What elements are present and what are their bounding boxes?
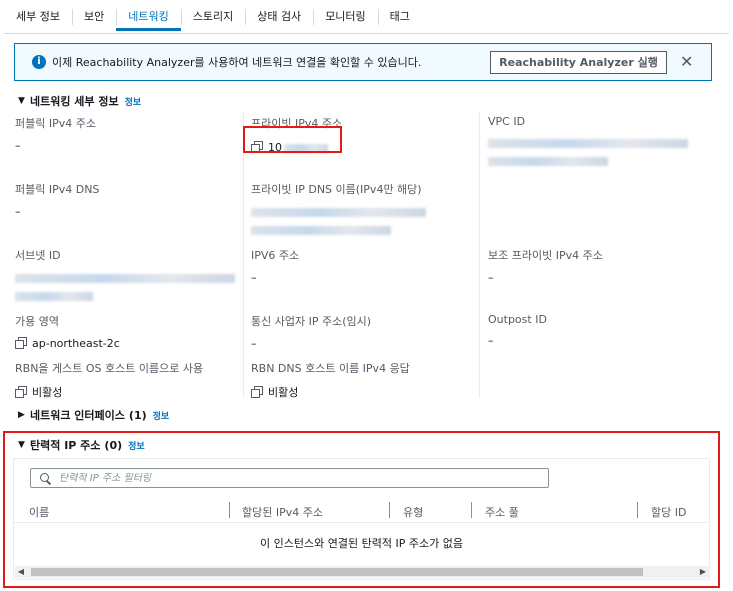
section-title: 네트워킹 세부 정보 [30, 95, 119, 108]
availability-zone-value: ap-northeast-2c [32, 337, 120, 350]
secondary-private-ipv4-field: 보조 프라이빗 IPv4 주소 – [488, 247, 603, 284]
field-label: 프라이빗 IP DNS 이름(IPv4만 해당) [251, 183, 422, 196]
column-divider [479, 111, 480, 398]
field-value: – [488, 271, 494, 284]
section-title: 탄력적 IP 주소 [30, 439, 101, 452]
section-title: 네트워크 인터페이스 [30, 409, 125, 422]
info-icon: i [32, 55, 46, 69]
redacted-text [251, 207, 426, 217]
alert-message: 이제 Reachability Analyzer를 사용하여 네트워크 연결을 … [52, 56, 422, 69]
public-ipv4-dns-field: 퍼블릭 IPv4 DNS – [15, 181, 99, 218]
run-reachability-analyzer-button[interactable]: Reachability Analyzer 실행 [490, 51, 667, 74]
copy-icon[interactable] [15, 337, 27, 349]
field-label: IPV6 주소 [251, 249, 300, 262]
redacted-text [251, 225, 391, 235]
caret-down-icon: ▼ [18, 96, 25, 106]
tab-monitoring[interactable]: 모니터링 [313, 3, 377, 31]
field-label: 보조 프라이빗 IPv4 주소 [488, 249, 603, 262]
column-header-address-pool[interactable]: 주소 풀 [485, 504, 519, 520]
elastic-ip-filter-input[interactable] [59, 472, 519, 484]
scroll-right-icon[interactable]: ▶ [697, 566, 709, 578]
copy-icon[interactable] [251, 386, 263, 398]
field-label: 퍼블릭 IPv4 DNS [15, 183, 100, 196]
vpc-id-field: VPC ID [488, 115, 688, 167]
caret-right-icon: ▶ [18, 410, 25, 420]
elastic-ips-header[interactable]: ▼ 탄력적 IP 주소 (0) 정보 [18, 437, 145, 453]
redacted-text [15, 291, 93, 301]
copy-icon[interactable] [15, 386, 27, 398]
field-value: – [15, 205, 21, 218]
rbn-guest-os-field: RBN을 게스트 OS 호스트 이름으로 사용 비활성 [15, 360, 203, 400]
ipv6-field: IPV6 주소 – [251, 247, 299, 284]
scroll-left-icon[interactable]: ◀ [15, 566, 27, 578]
info-link[interactable]: 정보 [125, 95, 142, 108]
rbn-dns-ipv4-value: 비활성 [268, 386, 299, 399]
tab-storage[interactable]: 스토리지 [180, 3, 245, 31]
tab-details[interactable]: 세부 정보 [4, 3, 72, 31]
rbn-guest-os-value: 비활성 [32, 386, 63, 399]
info-link[interactable]: 정보 [128, 439, 145, 452]
network-interfaces-header[interactable]: ▶ 네트워크 인터페이스 (1) 정보 [18, 407, 169, 423]
info-link[interactable]: 정보 [153, 409, 170, 422]
availability-zone-field: 가용 영역 ap-northeast-2c [15, 313, 120, 350]
search-icon [39, 472, 51, 484]
scrollbar-thumb[interactable] [31, 568, 643, 576]
outpost-id-field: Outpost ID – [488, 313, 547, 347]
field-value: – [15, 139, 21, 152]
elastic-ip-search[interactable] [30, 468, 549, 488]
column-divider [243, 111, 244, 398]
field-value: – [251, 337, 257, 350]
field-label: 서브넷 ID [15, 249, 61, 262]
table-header: 이름 할당된 IPv4 주소 유형 주소 풀 할당 ID [13, 499, 710, 523]
section-count: (0) [104, 438, 123, 452]
horizontal-scrollbar[interactable]: ◀ ▶ [15, 566, 709, 578]
tab-tags[interactable]: 태그 [377, 3, 422, 31]
tab-bar: 세부 정보 보안 네트워킹 스토리지 상태 검사 모니터링 태그 [4, 3, 729, 34]
empty-state-message: 이 인스턴스와 연결된 탄력적 IP 주소가 없음 [260, 537, 463, 550]
field-label: Outpost ID [488, 313, 547, 326]
column-header-name[interactable]: 이름 [29, 504, 49, 520]
field-value: – [488, 334, 494, 347]
redacted-text [488, 156, 608, 166]
column-resizer[interactable] [389, 502, 390, 518]
caret-down-icon: ▼ [18, 440, 25, 450]
subnet-id-field: 서브넷 ID [15, 247, 235, 302]
reachability-alert: i 이제 Reachability Analyzer를 사용하여 네트워크 연결… [14, 43, 712, 81]
column-resizer[interactable] [229, 502, 230, 518]
section-count: (1) [128, 408, 147, 422]
redacted-text [15, 273, 235, 283]
field-label: VPC ID [488, 115, 526, 128]
field-label: 가용 영역 [15, 315, 59, 328]
column-resizer[interactable] [637, 502, 638, 518]
tab-networking[interactable]: 네트워킹 [116, 3, 181, 31]
private-ip-dns-field: 프라이빗 IP DNS 이름(IPv4만 해당) [251, 181, 426, 236]
field-label: RBN DNS 호스트 이름 IPv4 응답 [251, 362, 410, 375]
column-header-type[interactable]: 유형 [403, 504, 423, 520]
tab-status-checks[interactable]: 상태 검사 [245, 3, 313, 31]
highlight-box [243, 126, 342, 153]
tab-security[interactable]: 보안 [71, 3, 116, 31]
carrier-ip-field: 통신 사업자 IP 주소(임시) – [251, 313, 371, 350]
column-resizer[interactable] [471, 502, 472, 518]
rbn-dns-ipv4-field: RBN DNS 호스트 이름 IPv4 응답 비활성 [251, 360, 410, 400]
column-header-allocated-ipv4[interactable]: 할당된 IPv4 주소 [242, 504, 323, 520]
field-label: RBN을 게스트 OS 호스트 이름으로 사용 [15, 362, 204, 375]
public-ipv4-field: 퍼블릭 IPv4 주소 – [15, 115, 96, 152]
close-icon[interactable]: ✕ [680, 52, 693, 71]
field-value: – [251, 271, 257, 284]
column-header-allocation-id[interactable]: 할당 ID [651, 504, 686, 520]
redacted-text [488, 138, 688, 148]
networking-details-header[interactable]: ▼ 네트워킹 세부 정보 정보 [18, 93, 141, 109]
field-label: 퍼블릭 IPv4 주소 [15, 117, 96, 130]
field-label: 통신 사업자 IP 주소(임시) [251, 315, 372, 328]
